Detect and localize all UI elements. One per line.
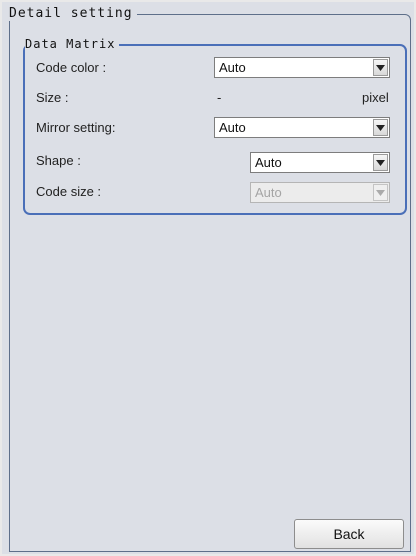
size-value: -: [217, 90, 222, 105]
mirror-setting-label: Mirror setting:: [36, 120, 116, 135]
code-size-select: Auto: [250, 182, 390, 203]
mirror-setting-select[interactable]: Auto: [214, 117, 390, 138]
chevron-down-icon[interactable]: [373, 59, 388, 76]
size-label: Size :: [36, 90, 69, 105]
mirror-setting-value: Auto: [219, 120, 246, 135]
shape-value: Auto: [255, 155, 282, 170]
code-color-label: Code color :: [36, 60, 107, 75]
chevron-down-icon[interactable]: [373, 154, 388, 171]
detail-setting-title: Detail setting: [9, 7, 137, 21]
chevron-down-icon[interactable]: [373, 119, 388, 136]
code-color-value: Auto: [219, 60, 246, 75]
code-color-select[interactable]: Auto: [214, 57, 390, 78]
chevron-down-icon: [373, 184, 388, 201]
code-size-value: Auto: [255, 185, 282, 200]
shape-label: Shape :: [36, 153, 81, 168]
back-button[interactable]: Back: [294, 519, 404, 549]
data-matrix-title: Data Matrix: [25, 37, 120, 51]
code-size-label: Code size :: [36, 184, 102, 199]
shape-select[interactable]: Auto: [250, 152, 390, 173]
size-unit: pixel: [362, 90, 389, 105]
